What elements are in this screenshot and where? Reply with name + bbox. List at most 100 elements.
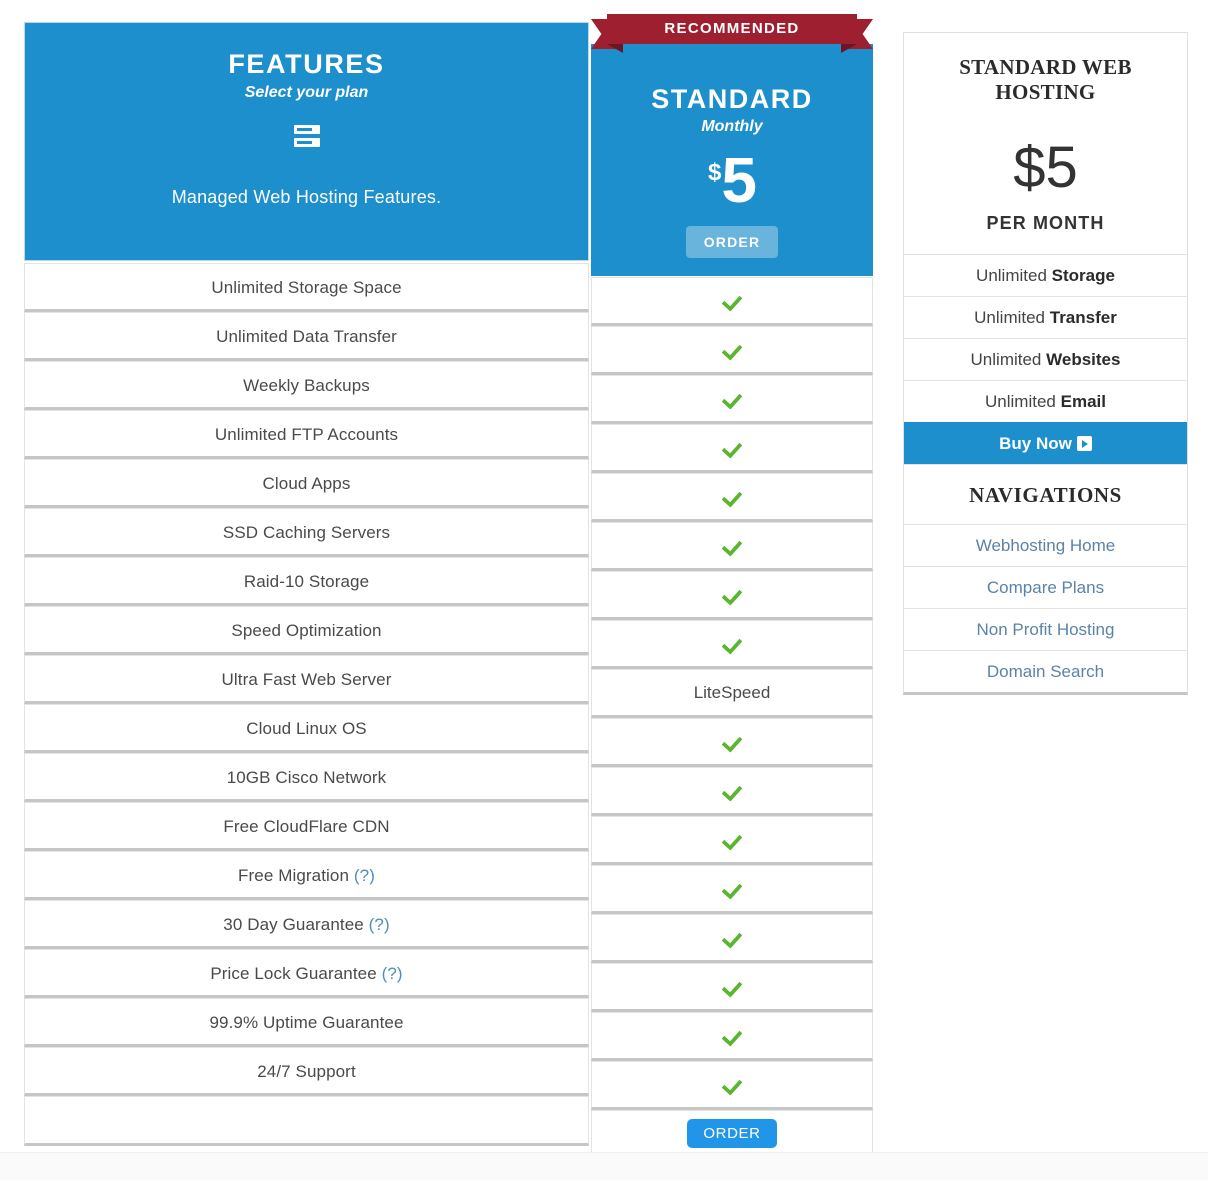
checkmark-icon (722, 340, 742, 360)
features-description: Managed Web Hosting Features. (171, 187, 442, 208)
checkmark-icon (722, 634, 742, 654)
plan-price: $5 (591, 148, 873, 212)
feature-label: Unlimited Data Transfer (216, 327, 397, 346)
feature-label: Free CloudFlare CDN (223, 817, 390, 836)
plan-value-row (591, 1061, 873, 1110)
feature-label: Cloud Linux OS (246, 719, 367, 738)
buy-now-label: Buy Now (999, 434, 1072, 454)
sidebar-nav-link[interactable]: Domain Search (904, 650, 1187, 692)
sidebar-price: $5 (1013, 135, 1078, 201)
sidebar-card: STANDARD WEB HOSTING $5 PER MONTH Unlimi… (903, 32, 1188, 696)
feature-label: Cloud Apps (262, 474, 351, 493)
feature-row: Cloud Linux OS (24, 704, 589, 753)
order-button-bottom[interactable]: ORDER (687, 1119, 777, 1148)
features-title: FEATURES (228, 49, 385, 79)
checkmark-icon (722, 1075, 742, 1095)
plan-value-row (591, 375, 873, 424)
feature-help-icon[interactable]: (?) (369, 915, 390, 934)
ribbon-label: RECOMMENDED (607, 14, 857, 44)
feature-row: Cloud Apps (24, 459, 589, 508)
feature-row (24, 1096, 589, 1146)
plan-period: Monthly (701, 118, 763, 135)
plan-value-row (591, 326, 873, 375)
feature-label: Weekly Backups (243, 376, 370, 395)
plan-value-row (591, 522, 873, 571)
sidebar-spec-item: Unlimited Email (904, 380, 1187, 422)
checkmark-icon (722, 585, 742, 605)
plan-currency: $ (708, 159, 722, 186)
order-button-top[interactable]: ORDER (685, 226, 779, 258)
sidebar-nav-link[interactable]: Webhosting Home (904, 524, 1187, 566)
plan-value-row (591, 865, 873, 914)
feature-row-list: Unlimited Storage Space Unlimited Data Tr… (24, 263, 589, 1146)
checkmark-icon (722, 977, 742, 997)
recommended-ribbon: RECOMMENDED (591, 14, 873, 53)
checkmark-icon (722, 389, 742, 409)
sidebar-nav-link[interactable]: Non Profit Hosting (904, 608, 1187, 650)
sidebar-spec-name: Email (1060, 392, 1106, 412)
plan-header: STANDARD Monthly $5 ORDER (591, 44, 873, 276)
feature-row: Price Lock Guarantee (?) (24, 949, 589, 998)
features-column: FEATURES Select your plan Managed Web Ho… (24, 22, 589, 1146)
plan-value-row (591, 767, 873, 816)
feature-label: Raid-10 Storage (243, 572, 370, 591)
sidebar-spec-prefix: Unlimited (974, 308, 1050, 328)
navigations-heading: NAVIGATIONS (904, 464, 1187, 524)
feature-label: Free Migration (238, 866, 350, 885)
features-header: FEATURES Select your plan Managed Web Ho… (24, 22, 589, 261)
feature-row: 24/7 Support (24, 1047, 589, 1096)
checkmark-icon (722, 291, 742, 311)
sidebar-nav-link[interactable]: Compare Plans (904, 566, 1187, 608)
sidebar-title: STANDARD WEB HOSTING (959, 55, 1132, 105)
feature-label: Unlimited Storage Space (211, 278, 402, 297)
plan-name: STANDARD (651, 84, 813, 114)
sidebar-nav-list: Webhosting Home Compare Plans Non Profit H… (904, 524, 1187, 692)
feature-label: Speed Optimization (231, 621, 382, 640)
feature-help-icon[interactable]: (?) (354, 866, 375, 885)
plan-amount: 5 (721, 144, 757, 216)
sidebar-spec-item: Unlimited Websites (904, 338, 1187, 380)
checkmark-icon (722, 830, 742, 850)
feature-row: Unlimited FTP Accounts (24, 410, 589, 459)
sidebar-per-month-label: PER MONTH (986, 213, 1105, 234)
feature-row: Speed Optimization (24, 606, 589, 655)
feature-row: Free CloudFlare CDN (24, 802, 589, 851)
feature-label: SSD Caching Servers (222, 523, 391, 542)
plan-value-row (591, 718, 873, 767)
feature-row: Ultra Fast Web Server (24, 655, 589, 704)
sidebar-spec-prefix: Unlimited (970, 350, 1047, 370)
feature-label: 99.9% Uptime Guarantee (209, 1013, 404, 1032)
server-stack-icon (293, 125, 320, 149)
plan-value-row (591, 277, 873, 326)
feature-row: Unlimited Data Transfer (24, 312, 589, 361)
page-bottom-band (0, 1152, 1208, 1180)
feature-label: 24/7 Support (257, 1062, 356, 1081)
sidebar-spec-item: Unlimited Transfer (904, 296, 1187, 338)
checkmark-icon (722, 732, 742, 752)
play-box-icon (1076, 436, 1092, 452)
sidebar-spec-list: Unlimited Storage Unlimited Transfer Unlim… (904, 254, 1187, 422)
buy-now-button[interactable]: Buy Now (904, 422, 1187, 465)
feature-row: SSD Caching Servers (24, 508, 589, 557)
sidebar-spec-item: Unlimited Storage (904, 254, 1187, 296)
checkmark-icon (722, 487, 742, 507)
checkmark-icon (722, 781, 742, 801)
checkmark-icon (722, 1026, 742, 1046)
plan-value-row (591, 571, 873, 620)
feature-row: 10GB Cisco Network (24, 753, 589, 802)
feature-label: Unlimited FTP Accounts (214, 425, 399, 444)
checkmark-icon (722, 879, 742, 899)
feature-row: Free Migration (?) (24, 851, 589, 900)
plan-value-row (591, 914, 873, 963)
features-subtitle: Select your plan (244, 84, 369, 102)
feature-help-icon[interactable]: (?) (382, 964, 403, 983)
plan-value-list: LiteSpeed ORDER (591, 277, 873, 1159)
feature-row: 99.9% Uptime Guarantee (24, 998, 589, 1047)
standard-plan-column: RECOMMENDED STANDARD Monthly $5 ORDER Li… (591, 14, 873, 1159)
sidebar-spec-name: Websites (1046, 350, 1121, 370)
pricing-comparison-page: FEATURES Select your plan Managed Web Ho… (0, 0, 1208, 1180)
feature-label: Price Lock Guarantee (210, 964, 377, 983)
checkmark-icon (722, 536, 742, 556)
feature-label: Ultra Fast Web Server (221, 670, 392, 689)
sidebar-spec-name: Transfer (1049, 308, 1117, 328)
